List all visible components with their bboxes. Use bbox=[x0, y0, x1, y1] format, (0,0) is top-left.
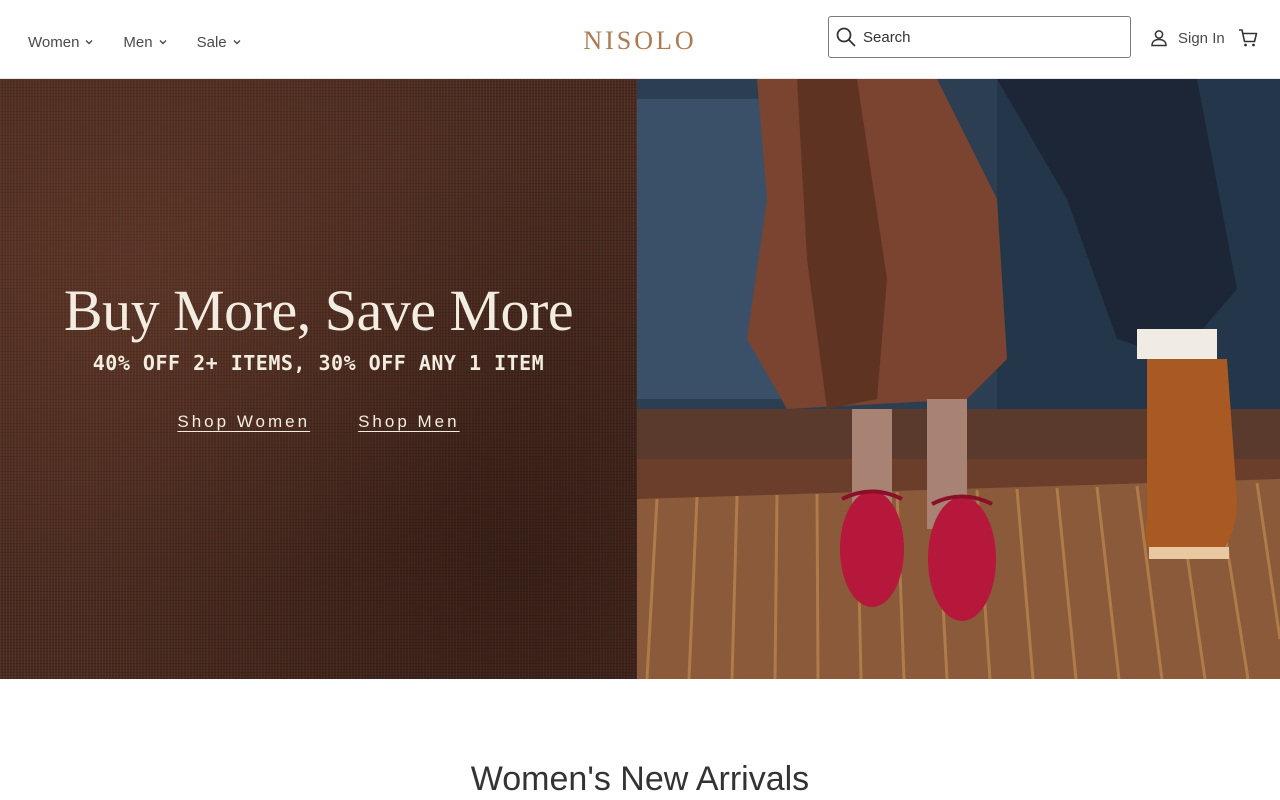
cart-icon[interactable] bbox=[1237, 27, 1259, 49]
nav-item-women[interactable]: Women bbox=[20, 28, 101, 56]
hero-subtitle: 40% OFF 2+ ITEMS, 30% OFF ANY 1 ITEM bbox=[92, 351, 545, 375]
nav-item-sale[interactable]: Sale bbox=[189, 28, 249, 56]
shop-men-link[interactable]: Shop Men bbox=[358, 412, 460, 432]
hero-links: Shop Women Shop Men bbox=[0, 412, 637, 432]
section-title: Women's New Arrivals bbox=[470, 760, 810, 798]
nav-item-label: Men bbox=[123, 33, 153, 51]
hero-promo-panel: Buy More, Save More 40% OFF 2+ ITEMS, 30… bbox=[0, 79, 637, 679]
chevron-down-icon bbox=[159, 38, 167, 46]
chevron-down-icon bbox=[233, 38, 241, 46]
search-input[interactable] bbox=[863, 28, 1113, 46]
main-nav: Women Men Sale bbox=[20, 28, 263, 56]
hero-banner: Buy More, Save More 40% OFF 2+ ITEMS, 30… bbox=[0, 79, 1280, 679]
nav-item-label: Women bbox=[28, 33, 80, 51]
site-header: Women Men Sale NISOLO Sign In bbox=[0, 0, 1280, 79]
nav-item-men[interactable]: Men bbox=[115, 28, 174, 56]
sign-in-link[interactable]: Sign In bbox=[1149, 26, 1225, 50]
shop-women-link[interactable]: Shop Women bbox=[177, 412, 310, 432]
search-box[interactable] bbox=[828, 16, 1131, 58]
user-icon bbox=[1149, 28, 1169, 48]
chevron-down-icon bbox=[85, 38, 93, 46]
search-icon[interactable] bbox=[835, 26, 857, 48]
site-logo[interactable]: NISOLO bbox=[578, 28, 702, 54]
hero-title: Buy More, Save More bbox=[63, 278, 574, 343]
hero-image[interactable] bbox=[637, 79, 1280, 679]
sign-in-label: Sign In bbox=[1178, 29, 1225, 47]
nav-item-label: Sale bbox=[196, 33, 227, 51]
